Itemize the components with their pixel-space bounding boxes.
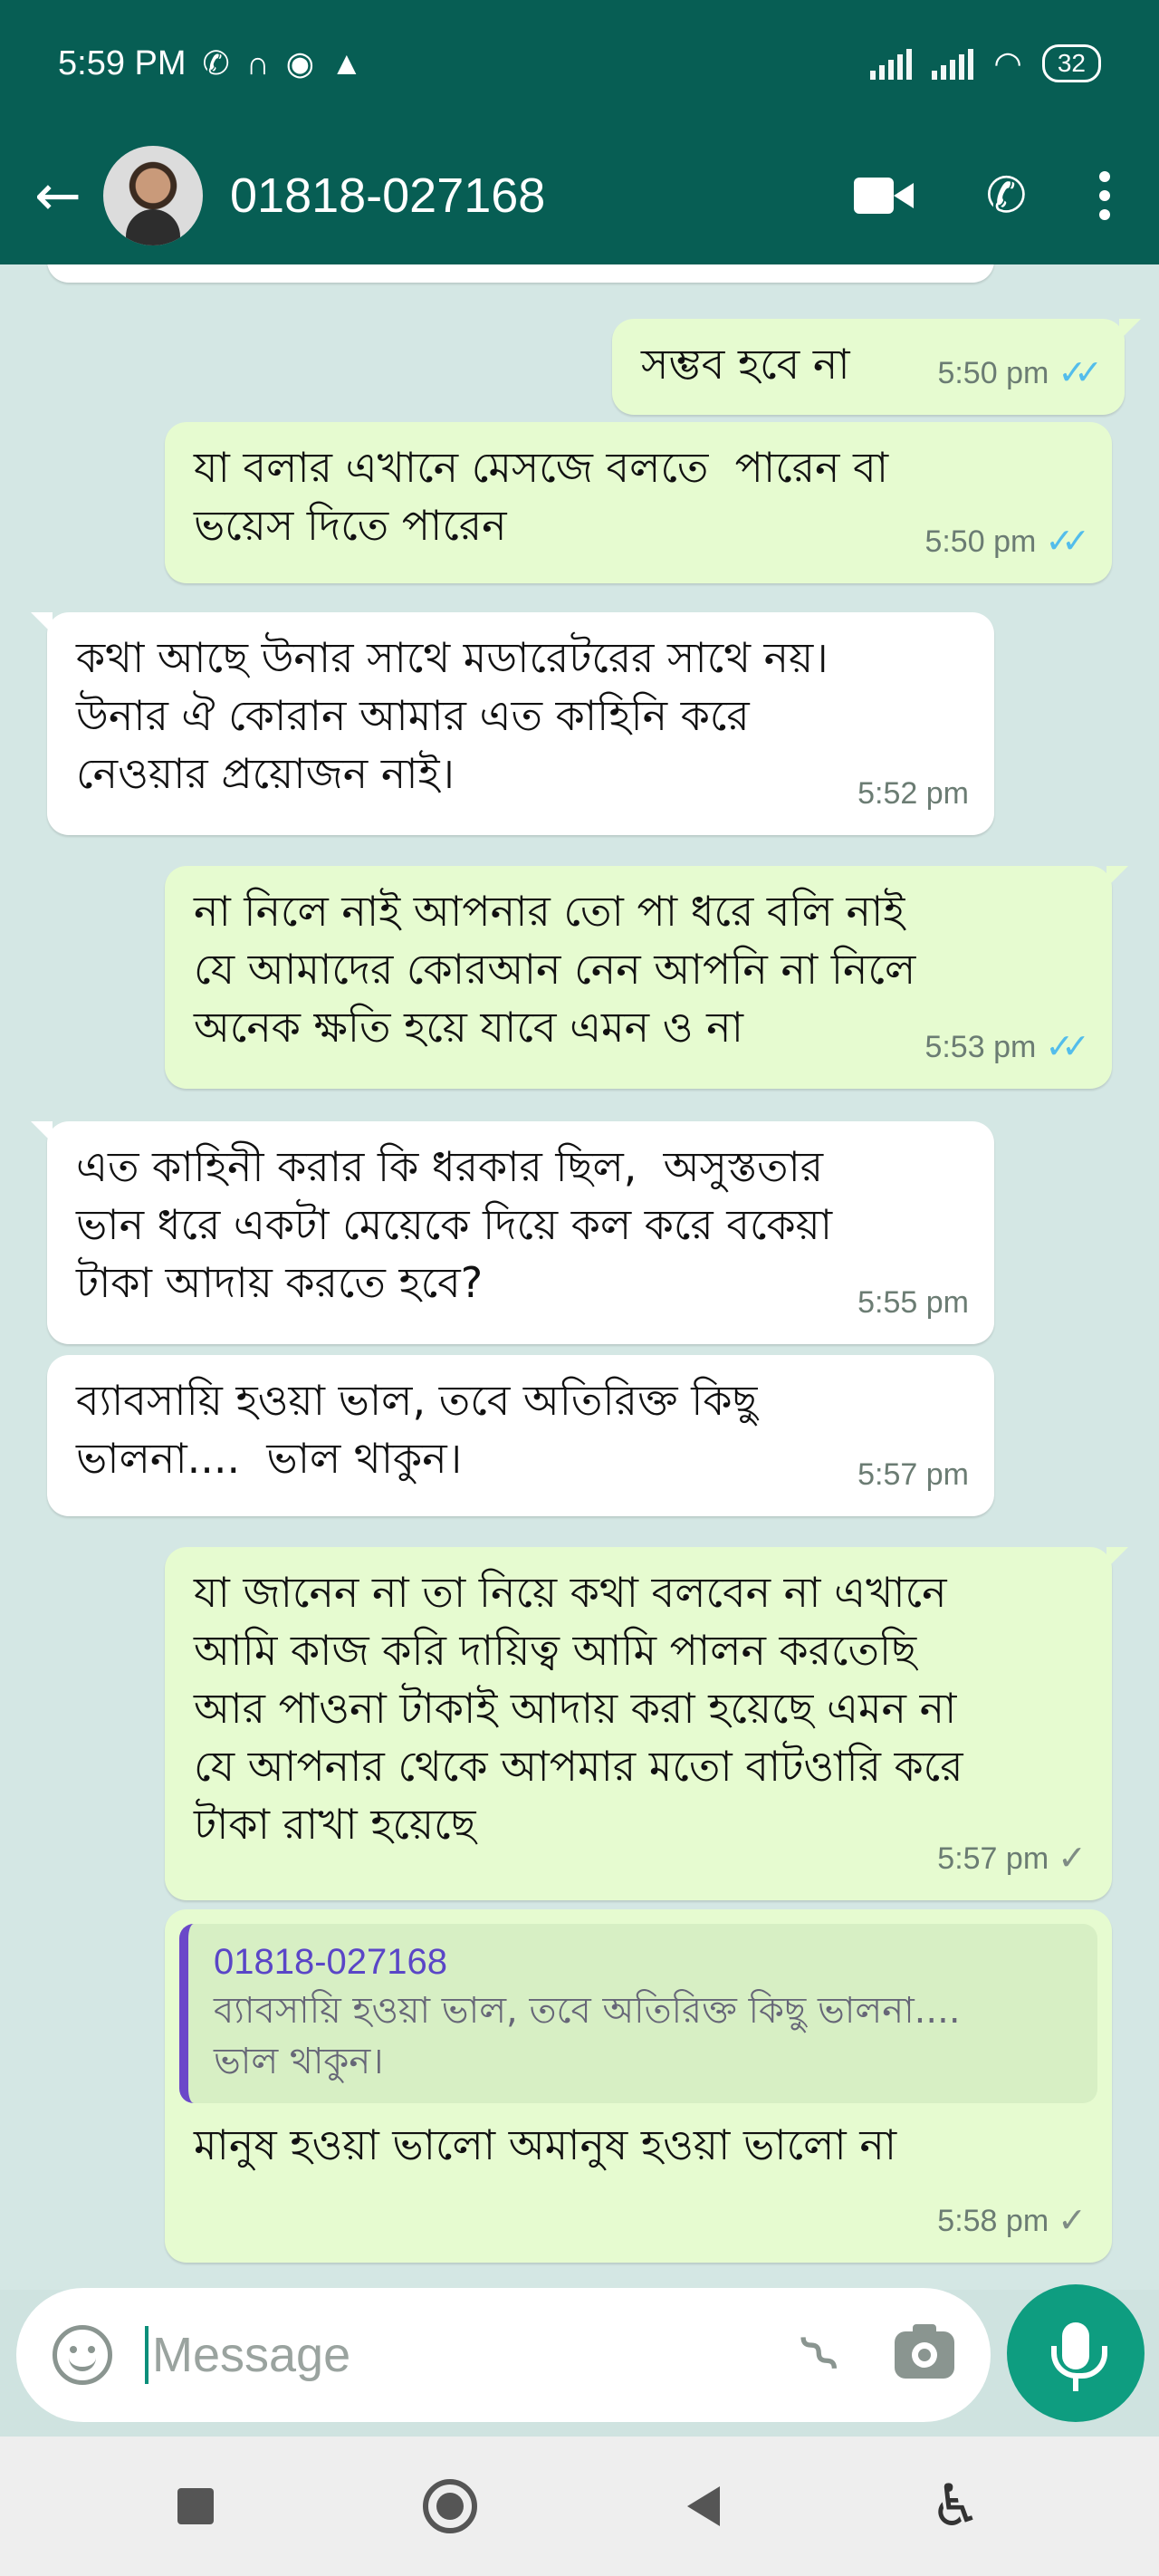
chat-toolbar: ← 01818-027168 ✆ [0, 127, 1159, 264]
camera-icon[interactable] [895, 2324, 954, 2379]
text-cursor [145, 2326, 148, 2384]
message-bubble-outgoing[interactable]: সম্ভব হবে না 5:50 pm ✓✓ [612, 319, 1141, 415]
message-bubble-incoming[interactable]: এত কাহিনী করার কি ধরকার ছিল, অসুস্ততার ভ… [31, 1121, 994, 1344]
back-icon[interactable] [687, 2486, 721, 2526]
message-text: কথা আছে উনার সাথে মডারেটরের সাথে নয়। উন… [76, 633, 829, 798]
contact-name[interactable]: 01818-027168 [230, 168, 545, 224]
message-text: ব্যাবসায়ি হওয়া ভাল, তবে অতিরিক্ত কিছু … [76, 1376, 758, 1483]
recents-icon[interactable] [177, 2488, 214, 2524]
avatar[interactable] [103, 146, 203, 245]
read-tick-icon: ✓✓ [1045, 1028, 1090, 1066]
menu-icon[interactable] [1099, 171, 1110, 220]
message-time: 5:52 pm [857, 776, 969, 811]
emoji-icon[interactable] [53, 2325, 112, 2385]
wifi-icon: ◠ [993, 44, 1022, 82]
message-time: 5:57 pm [857, 1457, 969, 1492]
messenger-icon: ◉ [285, 44, 314, 82]
signal-icon-2 [932, 47, 974, 80]
warning-icon: ▲ [330, 44, 363, 82]
app-header: 5:59 PM ✆ ∩ ◉ ▲ ◠ 32 ← 01818-027168 ✆ [0, 0, 1159, 264]
message-time: 5:55 pm [857, 1285, 969, 1320]
message-bubble-incoming[interactable]: কথা আছে উনার সাথে মডারেটরের সাথে নয়। উন… [31, 612, 994, 835]
quoted-text: ব্যাবসায়ি হওয়া ভাল, তবে অতিরিক্ত কিছু … [214, 1990, 961, 2082]
mic-button[interactable] [1007, 2284, 1145, 2422]
back-arrow-icon[interactable]: ← [22, 168, 94, 224]
sent-tick-icon: ✓ [1058, 2202, 1087, 2240]
message-text: যা জানেন না তা নিয়ে কথা বলবেন না এখানে … [194, 1568, 963, 1849]
message-bubble-outgoing[interactable]: যা বলার এখানে মেসজে বলতে পারেন বা ভয়েস … [165, 422, 1112, 583]
message-bubble-outgoing[interactable]: যা জানেন না তা নিয়ে কথা বলবেন না এখানে … [165, 1547, 1128, 1900]
partial-message [47, 264, 994, 283]
message-bubble-reply[interactable]: 01818-027168 ব্যাবসায়ি হওয়া ভাল, তবে অ… [165, 1909, 1112, 2263]
read-tick-icon: ✓✓ [1058, 354, 1103, 392]
status-bar: 5:59 PM ✆ ∩ ◉ ▲ ◠ 32 [0, 0, 1159, 127]
headset-icon: ∩ [245, 44, 270, 82]
mic-icon [1051, 2322, 1107, 2391]
message-time: 5:50 pm [937, 356, 1049, 390]
message-bubble-incoming[interactable]: ব্যাবসায়ি হওয়া ভাল, তবে অতিরিক্ত কিছু … [47, 1355, 994, 1516]
message-time: 5:53 pm [924, 1030, 1037, 1064]
message-time: 5:57 pm [937, 1841, 1049, 1876]
quoted-message[interactable]: 01818-027168 ব্যাবসায়ি হওয়া ভাল, তবে অ… [179, 1924, 1097, 2103]
attachment-icon[interactable]: ⌇ [787, 2321, 854, 2389]
no-wifi-call-icon: ✆ [202, 44, 230, 82]
chat-area[interactable]: সম্ভব হবে না 5:50 pm ✓✓ যা বলার এখানে মেস… [0, 264, 1159, 2290]
voice-call-icon[interactable]: ✆ [986, 171, 1027, 220]
system-nav-bar: ♿ [0, 2437, 1159, 2576]
signal-icon [870, 47, 913, 80]
sent-tick-icon: ✓ [1058, 1840, 1087, 1878]
read-tick-icon: ✓✓ [1045, 523, 1090, 561]
message-text: মানুষ হওয়া ভালো অমানুষ হওয়া ভালো না [194, 2120, 897, 2169]
message-time: 5:50 pm [924, 524, 1037, 559]
home-icon[interactable] [423, 2479, 478, 2533]
status-time: 5:59 PM [58, 43, 187, 82]
message-input[interactable] [152, 2327, 789, 2383]
accessibility-icon[interactable]: ♿ [930, 2477, 982, 2535]
message-time: 5:58 pm [937, 2204, 1049, 2238]
message-text: এত কাহিনী করার কি ধরকার ছিল, অসুস্ততার ভ… [76, 1142, 833, 1307]
battery-indicator: 32 [1041, 44, 1101, 82]
quoted-sender: 01818-027168 [214, 1942, 448, 1982]
video-call-icon[interactable] [853, 178, 914, 214]
message-composer: ⌇ [16, 2288, 991, 2422]
message-bubble-outgoing[interactable]: না নিলে নাই আপনার তো পা ধরে বলি নাই যে আ… [165, 866, 1128, 1089]
